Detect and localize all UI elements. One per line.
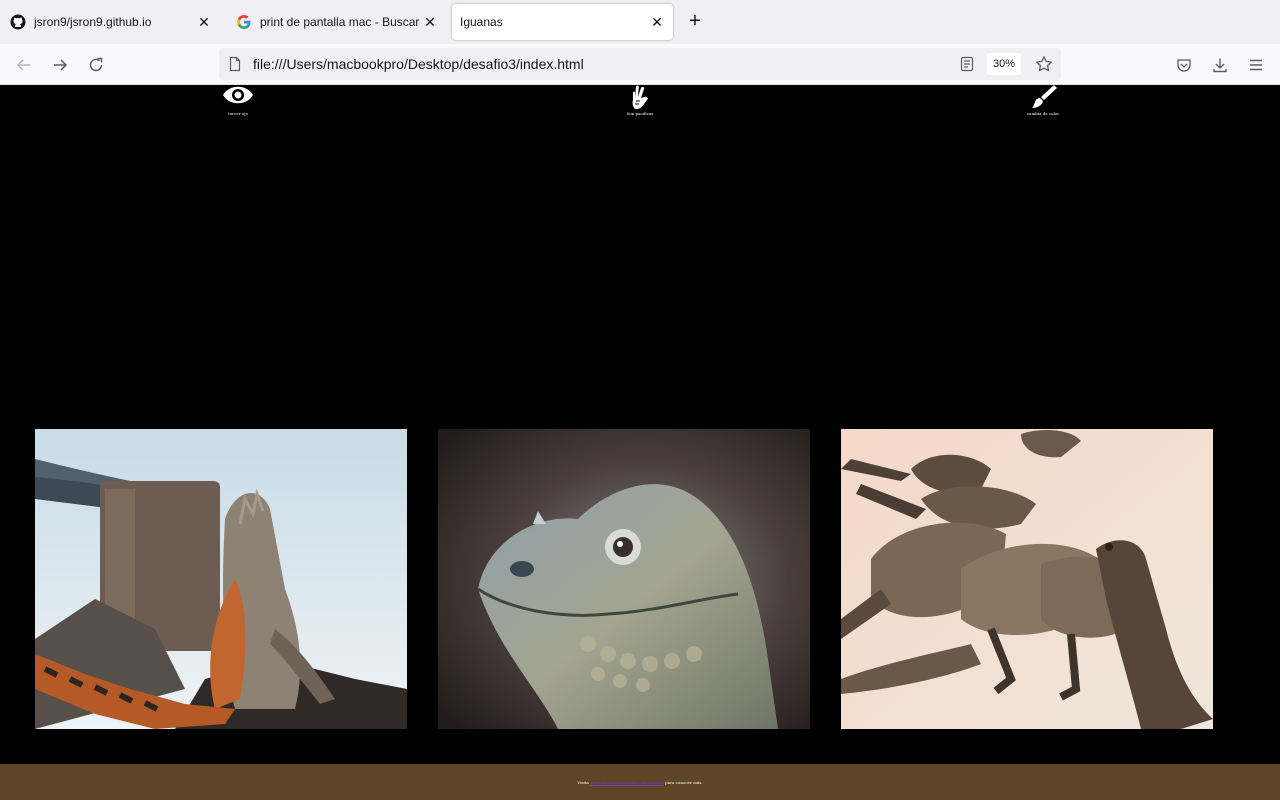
bookmark-star-icon[interactable] bbox=[1035, 55, 1053, 73]
tab-title: Iguanas bbox=[460, 15, 503, 29]
tab-google-search[interactable]: print de pantalla mac - Buscar c ✕ bbox=[228, 4, 446, 40]
iguana-head-closeup-photo bbox=[438, 429, 810, 729]
back-button[interactable] bbox=[11, 52, 37, 78]
paintbrush-icon bbox=[1032, 85, 1057, 108]
pocket-button[interactable] bbox=[1171, 52, 1197, 78]
footer-link[interactable]: www.iguanasdelmundo.com/iguanas bbox=[590, 780, 664, 785]
arrow-left-icon bbox=[16, 59, 30, 71]
iguana-on-rock-photo bbox=[35, 429, 407, 729]
reload-icon bbox=[89, 57, 103, 72]
tab-strip: jsron9/jsron9.github.io ✕ print de panta… bbox=[0, 0, 1280, 44]
zoom-level-button[interactable]: 30% bbox=[987, 53, 1022, 75]
page-footer: Visita www.iguanasdelmundo.com/iguanas p… bbox=[0, 764, 1280, 800]
close-tab-icon[interactable]: ✕ bbox=[422, 14, 438, 30]
hamburger-menu-icon bbox=[1250, 59, 1262, 71]
footer-prefix: Visita bbox=[577, 779, 589, 785]
feature-tercer-ojo: tercer ojo bbox=[208, 85, 268, 116]
github-icon bbox=[10, 14, 26, 30]
app-menu-button[interactable] bbox=[1243, 52, 1269, 78]
pocket-icon bbox=[1177, 59, 1191, 72]
url-text[interactable]: file:///Users/macbookpro/Desktop/desafio… bbox=[253, 56, 584, 72]
forward-button[interactable] bbox=[47, 52, 73, 78]
page-icon bbox=[227, 56, 243, 72]
tab-title: jsron9/jsron9.github.io bbox=[34, 15, 152, 29]
download-icon bbox=[1213, 58, 1227, 73]
feature-cambia-de-color: cambia de color bbox=[1013, 85, 1073, 116]
feature-caption: cambia de color bbox=[1026, 111, 1060, 116]
tab-title: print de pantalla mac - Buscar c bbox=[260, 15, 422, 29]
feature-caption: tercer ojo bbox=[228, 111, 248, 116]
reload-button[interactable] bbox=[83, 52, 109, 78]
google-icon bbox=[236, 14, 252, 30]
navigation-toolbar: file:///Users/macbookpro/Desktop/desafio… bbox=[0, 44, 1280, 85]
new-tab-button[interactable]: + bbox=[684, 10, 706, 32]
arrow-right-icon bbox=[54, 59, 68, 71]
close-tab-icon[interactable]: ✕ bbox=[196, 14, 212, 30]
downloads-button[interactable] bbox=[1207, 52, 1233, 78]
peace-hand-icon bbox=[632, 85, 648, 109]
tab-iguanas[interactable]: Iguanas ✕ bbox=[452, 4, 673, 40]
reader-view-icon[interactable] bbox=[959, 56, 975, 72]
close-tab-icon[interactable]: ✕ bbox=[649, 14, 665, 30]
eye-icon bbox=[223, 86, 253, 104]
feature-caption: Son pacificas bbox=[626, 111, 654, 116]
feature-son-pacificas: Son pacificas bbox=[610, 85, 670, 116]
address-bar[interactable]: file:///Users/macbookpro/Desktop/desafio… bbox=[219, 48, 1061, 80]
page-viewport: tercer ojo Son pacificas cambia de color bbox=[0, 85, 1280, 800]
iguanas-on-beach-photo bbox=[841, 429, 1213, 729]
tab-github[interactable]: jsron9/jsron9.github.io ✕ bbox=[2, 4, 220, 40]
footer-suffix: para conocer más. bbox=[665, 779, 703, 785]
